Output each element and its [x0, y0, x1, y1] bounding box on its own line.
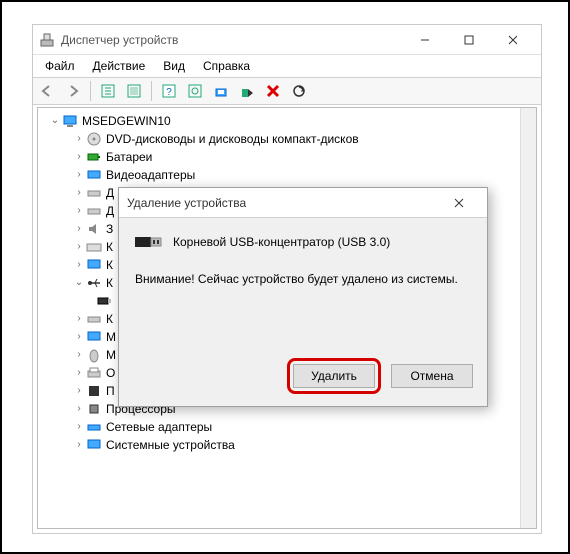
menu-action[interactable]: Действие [85, 57, 154, 75]
collapse-icon[interactable]: ⌄ [72, 274, 86, 292]
expand-icon[interactable]: › [72, 400, 86, 418]
vertical-scrollbar[interactable] [520, 108, 536, 528]
tree-row[interactable]: › Системные устройства [40, 436, 534, 454]
battery-icon [86, 149, 102, 165]
expand-icon[interactable]: › [72, 328, 86, 346]
title-bar[interactable]: Диспетчер устройств [33, 25, 541, 55]
expand-icon[interactable]: › [72, 310, 86, 328]
tree-item-label: О [106, 364, 115, 382]
dialog-title: Удаление устройства [127, 196, 439, 210]
separator [151, 81, 152, 101]
tree-row[interactable]: › Сетевые адаптеры [40, 418, 534, 436]
cancel-button[interactable]: Отмена [391, 364, 473, 388]
tree-item-label: К [106, 256, 113, 274]
minimize-button[interactable] [403, 26, 447, 54]
tree-item-label: З [106, 220, 113, 238]
usb-connector-icon [135, 232, 163, 252]
expand-icon[interactable]: › [72, 418, 86, 436]
processor-icon [86, 401, 102, 417]
system-device-icon [86, 437, 102, 453]
separator [90, 81, 91, 101]
close-button[interactable] [491, 26, 535, 54]
network-adapter-icon [86, 419, 102, 435]
tree-row[interactable]: › Видеоадаптеры [40, 166, 534, 184]
mouse-icon [86, 347, 102, 363]
menu-file[interactable]: Файл [37, 57, 83, 75]
uninstall-dialog: Удаление устройства Корневой USB-концент… [118, 187, 488, 407]
dialog-close-button[interactable] [439, 189, 479, 217]
expand-icon[interactable]: › [72, 436, 86, 454]
expand-icon[interactable]: › [72, 184, 86, 202]
drive-icon [86, 203, 102, 219]
tree-item-label: Д [106, 202, 114, 220]
tree-root-row[interactable]: ⌄ MSEDGEWIN10 [40, 112, 534, 130]
controller-icon [86, 311, 102, 327]
expand-icon[interactable]: › [72, 346, 86, 364]
disable-button[interactable] [235, 79, 259, 103]
display-adapter-icon [86, 167, 102, 183]
dialog-warning-text: Внимание! Сейчас устройство будет удален… [135, 272, 471, 286]
properties-button[interactable] [122, 79, 146, 103]
computer-icon [86, 257, 102, 273]
expand-icon[interactable]: › [72, 220, 86, 238]
toolbar: ? [33, 77, 541, 105]
software-device-icon [86, 383, 102, 399]
expand-icon[interactable]: › [72, 382, 86, 400]
show-hide-tree-button[interactable] [96, 79, 120, 103]
tree-item-label: Системные устройства [106, 436, 235, 454]
tree-root-label: MSEDGEWIN10 [82, 112, 171, 130]
tree-item-label: М [106, 346, 116, 364]
expand-icon[interactable]: › [72, 238, 86, 256]
uninstall-confirm-button[interactable]: Удалить [293, 364, 375, 388]
collapse-icon[interactable]: ⌄ [48, 112, 62, 130]
back-button[interactable] [35, 79, 59, 103]
update-driver-button[interactable] [209, 79, 233, 103]
expand-icon[interactable]: › [72, 256, 86, 274]
tree-item-label: Сетевые адаптеры [106, 418, 212, 436]
uninstall-button[interactable] [261, 79, 285, 103]
scan-button[interactable] [287, 79, 311, 103]
computer-icon [62, 113, 78, 129]
expand-icon[interactable]: › [72, 202, 86, 220]
window-title: Диспетчер устройств [61, 33, 403, 47]
dialog-title-bar[interactable]: Удаление устройства [119, 188, 487, 218]
keyboard-icon [86, 239, 102, 255]
menu-help[interactable]: Справка [195, 57, 258, 75]
usb-icon [96, 293, 112, 309]
tree-item-label: К [106, 310, 113, 328]
expand-icon[interactable]: › [72, 166, 86, 184]
monitor-icon [86, 329, 102, 345]
help-icon[interactable]: ? [157, 79, 181, 103]
tree-item-label: К [106, 274, 113, 292]
forward-button[interactable] [61, 79, 85, 103]
menu-bar: Файл Действие Вид Справка [33, 55, 541, 77]
expand-icon[interactable]: › [72, 130, 86, 148]
dialog-body: Корневой USB-концентратор (USB 3.0) Вним… [119, 218, 487, 296]
disc-icon [86, 131, 102, 147]
disk-icon [86, 185, 102, 201]
sound-icon [86, 221, 102, 237]
menu-view[interactable]: Вид [155, 57, 193, 75]
maximize-button[interactable] [447, 26, 491, 54]
expand-icon[interactable]: › [72, 148, 86, 166]
print-queue-icon [86, 365, 102, 381]
tree-item-label: П [106, 382, 115, 400]
tree-item-label: М [106, 328, 116, 346]
highlight-annotation: Удалить [287, 358, 381, 394]
tree-row[interactable]: › DVD-дисководы и дисководы компакт-диско… [40, 130, 534, 148]
svg-text:?: ? [166, 87, 172, 98]
dialog-device-name: Корневой USB-концентратор (USB 3.0) [173, 235, 390, 249]
usb-icon [86, 275, 102, 291]
app-icon [39, 32, 55, 48]
scan-hardware-button[interactable] [183, 79, 207, 103]
tree-item-label: Видеоадаптеры [106, 166, 195, 184]
tree-item-label: Д [106, 184, 114, 202]
tree-row[interactable]: › Батареи [40, 148, 534, 166]
tree-item-label: Батареи [106, 148, 152, 166]
tree-item-label: DVD-дисководы и дисководы компакт-дисков [106, 130, 359, 148]
expand-icon[interactable]: › [72, 364, 86, 382]
tree-item-label: К [106, 238, 113, 256]
